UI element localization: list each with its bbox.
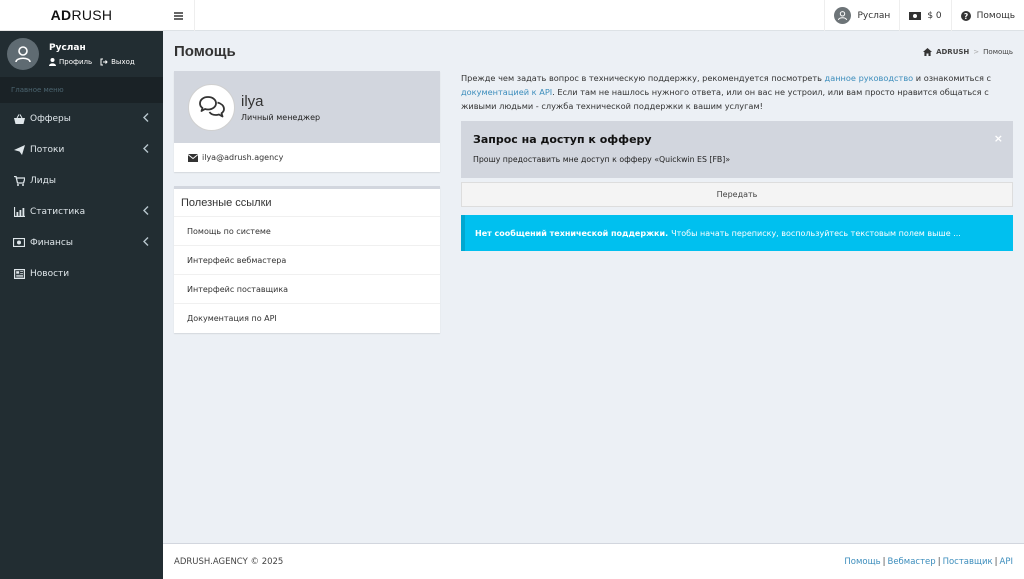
balance-menu[interactable]: $ 0 — [899, 0, 950, 31]
submit-button[interactable]: Передать — [461, 182, 1013, 207]
chevron-left-icon — [143, 112, 149, 125]
link-system-help[interactable]: Помощь по системе — [174, 217, 440, 246]
cart-icon — [13, 175, 25, 186]
footer-link-webmaster[interactable]: Вебмастер — [888, 557, 936, 567]
manager-header: ilya Личный менеджер — [174, 71, 440, 143]
sidebar-item-label: Офферы — [30, 113, 71, 124]
sidebar-item-label: Финансы — [30, 237, 73, 248]
chevron-left-icon — [143, 143, 149, 156]
breadcrumb-root[interactable]: ADRUSH — [936, 48, 969, 56]
manager-avatar — [188, 83, 235, 131]
breadcrumb-separator: > — [973, 48, 980, 56]
paper-plane-icon — [13, 144, 25, 155]
manager-widget: ilya Личный менеджер ilya@adrush.agency — [174, 71, 440, 172]
logout-label: Выход — [111, 57, 135, 66]
guide-link[interactable]: данное руководство — [825, 73, 914, 83]
api-docs-link[interactable]: документацией к API — [461, 87, 552, 97]
sidebar: ADRUSH Руслан Профиль Выход Главное мен — [0, 0, 163, 579]
useful-links-box: Полезные ссылки Помощь по системе Интерф… — [174, 186, 440, 333]
user-avatar-small — [834, 7, 852, 24]
footer: ADRUSH.AGENCY © 2025 Помощь | Вебмастер | По… — [163, 543, 1024, 579]
money-icon — [13, 238, 25, 247]
svg-text:?: ? — [963, 11, 967, 20]
chevron-left-icon — [143, 205, 149, 218]
manager-role: Личный менеджер — [241, 112, 321, 122]
sidebar-item-label: Новости — [30, 268, 70, 279]
close-icon[interactable]: × — [994, 132, 1003, 145]
sidebar-item-label: Статистика — [30, 206, 86, 217]
sidebar-item-offers[interactable]: Офферы — [0, 103, 163, 134]
profile-link[interactable]: Профиль — [49, 57, 93, 66]
link-api-docs[interactable]: Документация по API — [174, 304, 440, 333]
manager-name: ilya — [241, 92, 264, 110]
home-icon — [923, 48, 933, 56]
top-navigation: Руслан $ 0 ? Помощь — [824, 0, 1024, 31]
intro-text-part: Прежде чем задать вопрос в техническую п… — [461, 73, 825, 83]
logout-link[interactable]: Выход — [100, 58, 135, 66]
basket-icon — [13, 113, 25, 124]
profile-label: Профиль — [59, 57, 93, 66]
footer-link-help[interactable]: Помощь — [844, 557, 880, 567]
link-webmaster-interface[interactable]: Интерфейс вебмастера — [174, 246, 440, 275]
no-messages-callout: Нет сообщений технической поддержки. Что… — [461, 215, 1013, 251]
footer-separator: | — [994, 556, 998, 567]
help-label: Помощь — [976, 10, 1015, 21]
callout-bold-text: Нет сообщений технической поддержки. — [475, 228, 669, 238]
main-content: Помощь ADRUSH > Помощь ilya Личный менед… — [163, 31, 1024, 543]
person-icon — [49, 57, 56, 66]
chart-icon — [13, 206, 25, 217]
breadcrumb: ADRUSH > Помощь — [923, 48, 1013, 56]
breadcrumb-current: Помощь — [983, 48, 1013, 56]
question-circle-icon: ? — [960, 10, 971, 21]
sidebar-item-statistics[interactable]: Статистика — [0, 196, 163, 227]
footer-links: Помощь | Вебмастер | Поставщик | API — [844, 557, 1013, 567]
menu-header: Главное меню — [0, 77, 163, 103]
manager-email-row[interactable]: ilya@adrush.agency — [174, 143, 440, 172]
comments-icon — [198, 96, 225, 118]
sidebar-item-leads[interactable]: Лиды — [0, 165, 163, 196]
sidebar-item-label: Лиды — [30, 175, 56, 186]
footer-link-supplier[interactable]: Поставщик — [943, 557, 993, 567]
intro-text-part: и ознакомиться с — [913, 73, 992, 83]
hamburger-icon — [174, 11, 183, 20]
user-panel: Руслан Профиль Выход — [0, 31, 163, 77]
chevron-left-icon — [143, 236, 149, 249]
topbar: Руслан $ 0 ? Помощь — [163, 0, 1024, 31]
sidebar-item-finance[interactable]: Финансы — [0, 227, 163, 258]
footer-copyright: ADRUSH.AGENCY © 2025 — [174, 556, 284, 567]
manager-email: ilya@adrush.agency — [202, 153, 284, 162]
money-icon — [909, 11, 922, 20]
footer-link-api[interactable]: API — [1000, 557, 1013, 567]
logo[interactable]: AD RUSH — [0, 0, 163, 31]
user-menu[interactable]: Руслан — [824, 0, 899, 31]
logo-bold-text: AD — [50, 7, 72, 23]
page-title: Помощь — [174, 43, 236, 60]
help-menu[interactable]: ? Помощь — [950, 0, 1024, 31]
balance-value: $ 0 — [927, 10, 942, 21]
user-icon — [15, 46, 31, 63]
sign-out-icon — [100, 58, 108, 65]
request-title: Запрос на доступ к офферу — [473, 133, 652, 146]
useful-links-title: Полезные ссылки — [174, 189, 440, 217]
user-icon — [838, 11, 848, 21]
user-avatar — [7, 38, 39, 70]
link-supplier-interface[interactable]: Интерфейс поставщика — [174, 275, 440, 304]
access-request-box: Запрос на доступ к офферу Прошу предоста… — [461, 121, 1013, 178]
topbar-user-name: Руслан — [857, 10, 891, 21]
sidebar-item-streams[interactable]: Потоки — [0, 134, 163, 165]
sidebar-toggle-button[interactable] — [163, 0, 195, 31]
request-text[interactable]: Прошу предоставить мне доступ к офферу «… — [473, 155, 730, 164]
sidebar-item-label: Потоки — [30, 144, 65, 155]
sidebar-item-news[interactable]: Новости — [0, 258, 163, 289]
envelope-icon — [188, 153, 198, 162]
intro-text: Прежде чем задать вопрос в техническую п… — [461, 71, 1013, 113]
footer-separator: | — [882, 556, 886, 567]
callout-text: Чтобы начать переписку, воспользуйтесь т… — [671, 228, 961, 238]
newspaper-icon — [13, 268, 25, 279]
logo-rest-text: RUSH — [71, 7, 113, 23]
footer-separator: | — [937, 556, 941, 567]
user-name: Руслан — [49, 42, 86, 53]
